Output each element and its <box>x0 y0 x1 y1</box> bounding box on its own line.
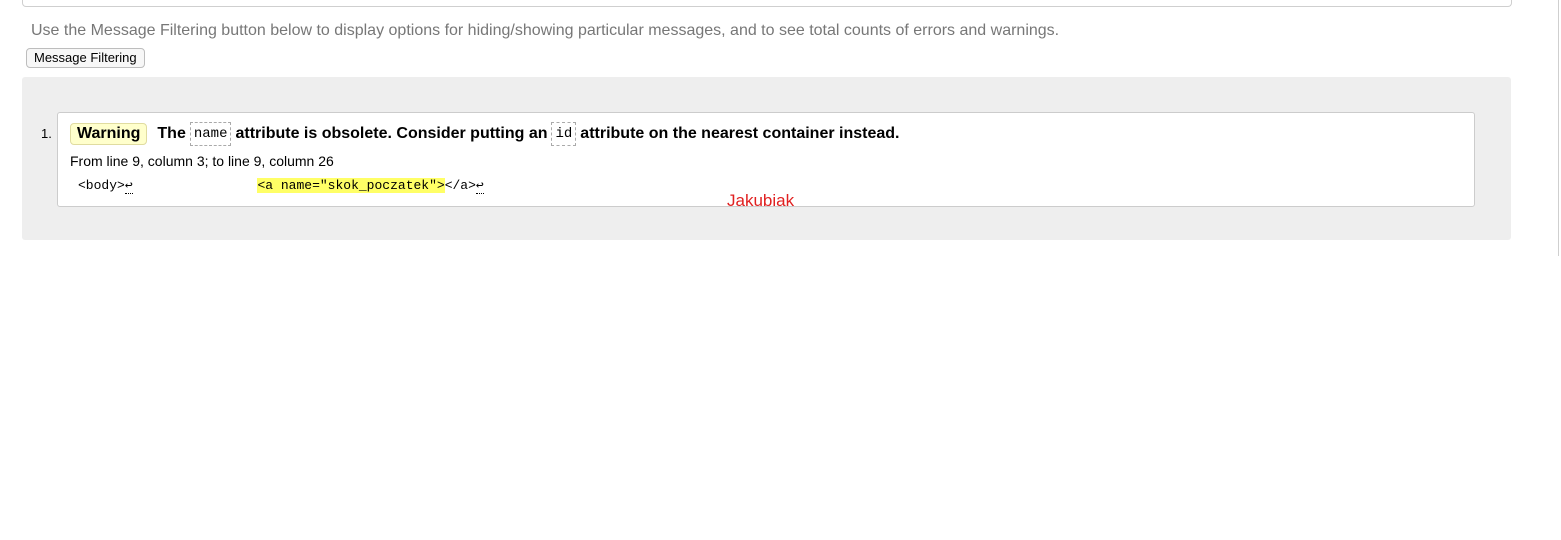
code-attribute-id: id <box>551 122 577 146</box>
results-panel: 1. Warning The name attribute is obsolet… <box>22 77 1511 240</box>
message-text-part: attribute on the nearest container inste… <box>580 125 900 142</box>
watermark: Jakubiak <box>727 191 795 210</box>
message-text: Warning The name attribute is obsolete. … <box>70 122 899 146</box>
extract-gap <box>133 178 258 193</box>
extract-after: </a> <box>444 178 476 193</box>
filtering-instructions: Use the Message Filtering button below t… <box>31 22 1060 39</box>
previous-panel-edge <box>22 0 1512 7</box>
extract-highlight: <a name="skok_poczatek"> <box>257 178 445 193</box>
message-text-part: attribute is obsolete. Consider putting … <box>235 125 548 142</box>
code-attribute-name: name <box>189 122 232 146</box>
warning-badge: Warning <box>70 123 148 145</box>
scrollbar-edge <box>1558 0 1559 256</box>
message-location: From line 9, column 3; to line 9, column… <box>70 153 334 169</box>
source-extract: <body>↩ <a name="skok_poczatek"></a>↩ <box>78 178 484 194</box>
message-number: 1. <box>41 126 52 141</box>
message-filtering-button[interactable]: Message Filtering <box>26 48 145 68</box>
extract-before: <body> <box>78 178 125 193</box>
line-break-icon: ↩ <box>475 178 484 194</box>
line-break-icon: ↩ <box>124 178 133 194</box>
message-text-part: The <box>157 125 186 142</box>
